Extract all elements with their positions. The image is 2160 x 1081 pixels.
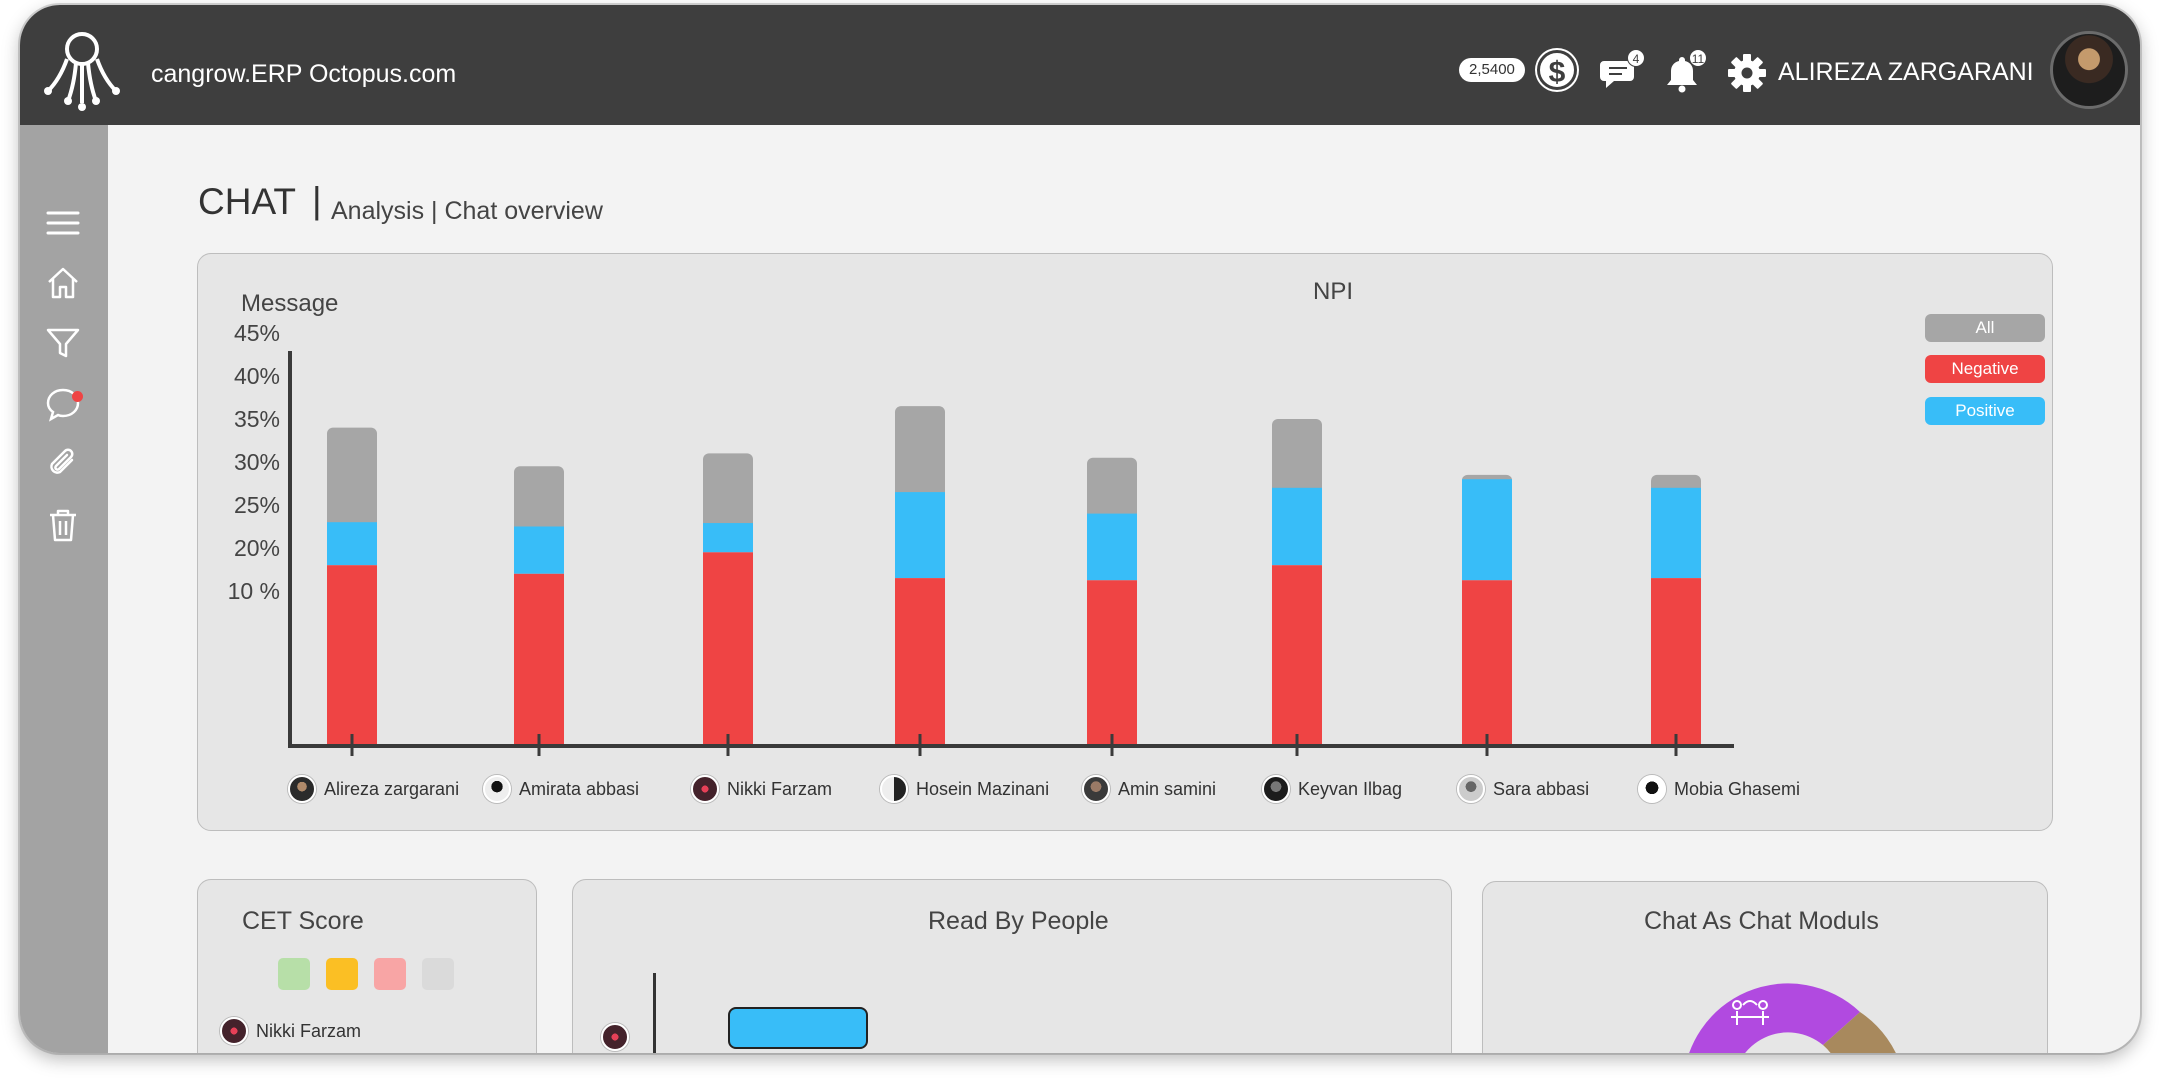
avatar [1457,775,1485,803]
person-label[interactable]: Alireza zargarani [288,774,459,804]
avatar [601,1023,629,1051]
bar-all[interactable] [1087,457,1137,520]
person-label[interactable]: Nikki Farzam [691,774,832,804]
menu-icon[interactable] [45,205,81,241]
bar-negative[interactable] [1651,578,1701,746]
bar-negative[interactable] [895,578,945,746]
cet-swatch-red[interactable] [374,958,406,990]
top-bar: cangrow.ERP Octopus.com 2,5400 $ 4 11 AL… [20,5,2140,125]
bar-all[interactable] [327,427,377,529]
y-tick-label: 20% [234,535,280,561]
person-name: Mobia Ghasemi [1674,778,1801,799]
read-by-people-panel: Read By People [572,879,1452,1053]
breadcrumb-separator: | [312,180,322,221]
chat-count-badge: 4 [1627,49,1645,67]
read-bar[interactable] [728,1007,868,1049]
bar-all[interactable] [514,466,564,533]
sidebar [20,125,108,1053]
avatar [288,775,316,803]
bar-negative[interactable] [1462,580,1512,746]
bar-negative[interactable] [1272,565,1322,746]
npi-chart: Message NPI 45% 40% 35% 30% 25% 20% 10 % [228,278,1734,756]
user-avatar[interactable] [2050,31,2128,109]
y-tick-label: 40% [234,363,280,389]
bar-negative[interactable] [703,552,753,746]
avatar [483,775,511,803]
octopus-logo-icon[interactable] [40,29,124,113]
legend-all[interactable]: All [1925,314,2045,342]
person-name: Sara abbasi [1493,778,1590,799]
person-name: Nikki Farzam [727,778,833,799]
chart-ylabel: Message [241,290,338,317]
person-name: Amirata abbasi [519,778,640,799]
moduls-donut [1689,983,1896,1053]
avatar [1082,775,1110,803]
person-label[interactable]: Sara abbasi [1457,774,1589,804]
chart-title: NPI [1313,278,1353,305]
legend-negative[interactable]: Negative [1925,355,2045,383]
cet-score-panel: CET Score Nikki Farzam [197,879,537,1053]
app-window: cangrow.ERP Octopus.com 2,5400 $ 4 11 AL… [20,5,2140,1053]
cet-swatch-gray[interactable] [422,958,454,990]
chat-moduls-title: Chat As Chat Moduls [1644,907,1879,935]
y-tick-label: 35% [234,406,280,432]
cet-score-title: CET Score [242,907,364,935]
avatar [1262,775,1290,803]
person-label[interactable]: Amirata abbasi [483,774,639,804]
npi-chart-panel: Message NPI 45% 40% 35% 30% 25% 20% 10 % All N… [197,253,2053,831]
chat-moduls-panel: Chat As Chat Moduls [1482,881,2048,1053]
bar-all[interactable] [1272,419,1322,494]
cet-swatch-green[interactable] [278,958,310,990]
bar-positive[interactable] [895,492,945,579]
person-name: Alireza zargarani [324,778,460,799]
bar-positive[interactable] [514,526,564,574]
balance-value: 2,5400 [1459,58,1525,82]
person-name: Keyvan Ilbag [1298,778,1403,799]
person-label[interactable]: Amin samini [1082,774,1216,804]
notification-count-badge: 11 [1689,49,1707,67]
person-name: Hosein Mazinani [916,778,1050,799]
bar-all[interactable] [895,406,945,499]
cet-swatch-yellow[interactable] [326,958,358,990]
app-title: cangrow.ERP Octopus.com [151,60,457,88]
chat-badge-dot [72,391,83,402]
avatar [691,775,719,803]
y-tick-label: 30% [234,449,280,475]
avatar [880,775,908,803]
page-title: CHAT [198,181,296,222]
bar-negative[interactable] [1087,580,1137,746]
bar-negative[interactable] [327,565,377,746]
bar-all[interactable] [703,453,753,530]
cet-person-row[interactable]: Nikki Farzam [220,1017,361,1045]
bar-positive[interactable] [1651,487,1701,579]
bar-negative[interactable] [514,573,564,746]
legend-positive[interactable]: Positive [1925,397,2045,425]
breadcrumb[interactable]: Analysis | Chat overview [331,197,603,226]
home-icon[interactable] [45,265,81,301]
paperclip-icon[interactable] [45,445,81,481]
dollar-icon[interactable]: $ [1537,50,1577,90]
person-name: Nikki Farzam [256,1020,362,1041]
avatar [1638,775,1666,803]
gear-icon[interactable] [1727,53,1767,93]
person-name: Amin samini [1118,778,1217,799]
bar-positive[interactable] [703,523,753,553]
bar-positive[interactable] [1087,513,1137,581]
read-axis [653,973,656,1053]
trash-icon[interactable] [45,507,81,543]
y-tick-label: 10 % [228,578,280,604]
person-label[interactable]: Keyvan Ilbag [1262,774,1402,804]
bar-positive[interactable] [1462,479,1512,581]
bar-positive[interactable] [327,522,377,566]
person-label[interactable]: Hosein Mazinani [880,774,1049,804]
y-tick-label: 45% [234,320,280,346]
person-label[interactable]: Mobia Ghasemi [1638,774,1800,804]
avatar [220,1017,248,1045]
filter-icon[interactable] [45,325,81,361]
bar-positive[interactable] [1272,487,1322,566]
read-by-people-title: Read By People [928,907,1109,935]
user-name[interactable]: ALIREZA ZARGARANI [1778,58,2034,87]
y-tick-label: 25% [234,492,280,518]
